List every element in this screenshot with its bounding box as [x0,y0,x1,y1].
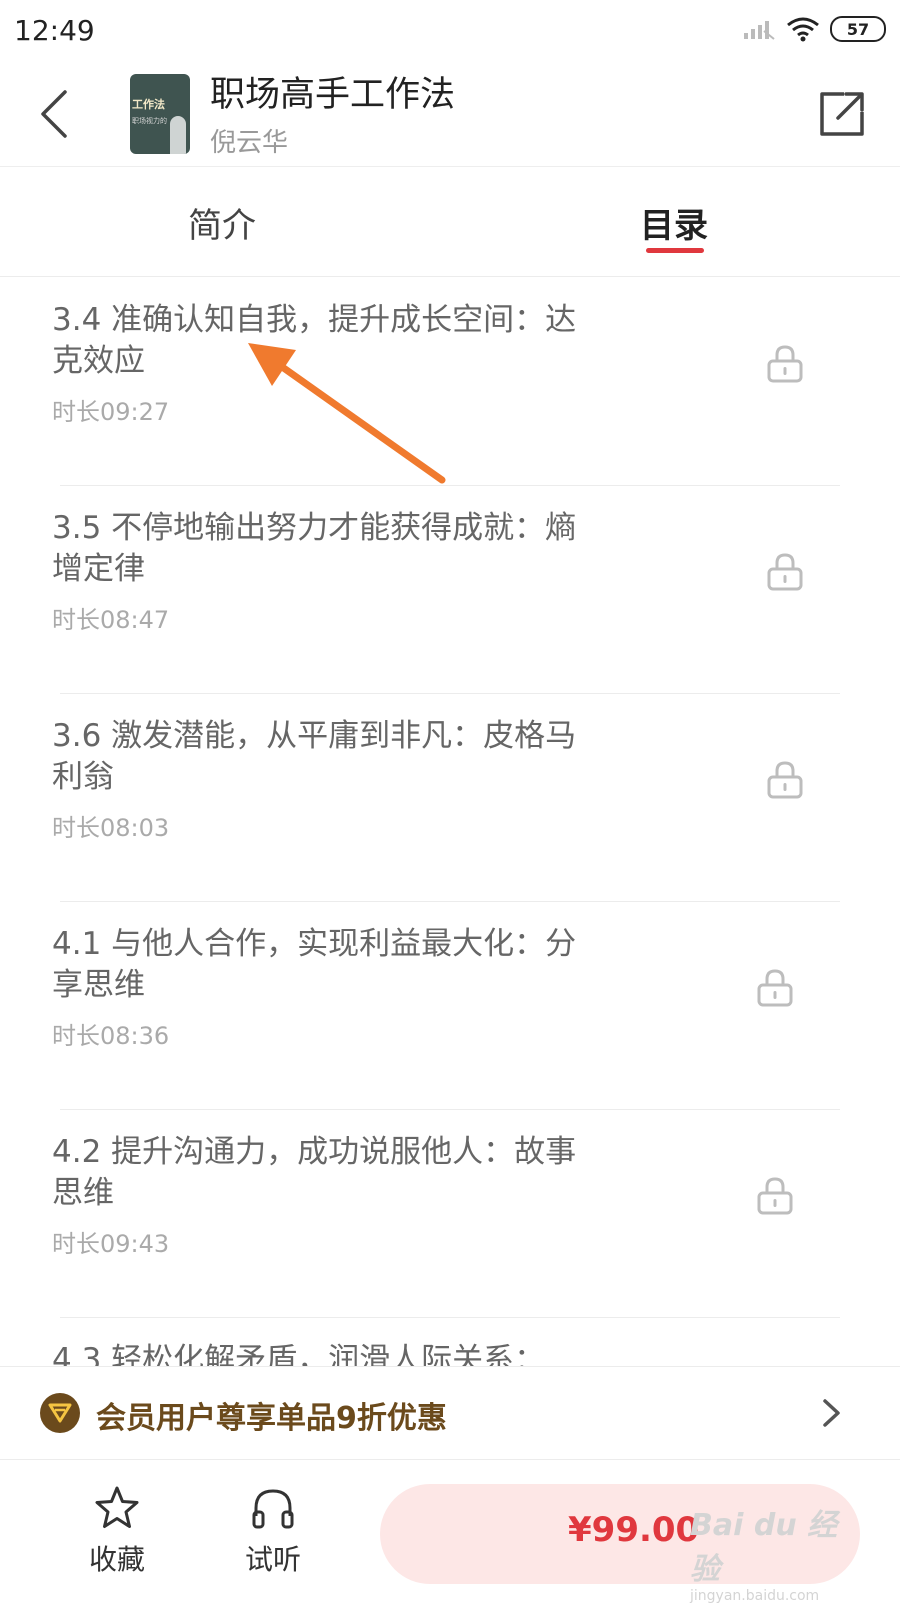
chapter-title: 3.6 激发潜能，从平庸到非凡：皮格马利翁 [52,718,577,795]
cover-title: 工作法 [132,98,165,111]
battery-indicator: 57 [830,16,886,42]
favorite-label: 收藏 [88,1543,145,1576]
chapter-title: 3.5 不停地输出努力才能获得成就：熵增定律 [52,510,577,587]
status-time: 12:49 [14,14,95,47]
list-item[interactable]: 3.4 准确认知自我，提升成长空间：达克效应 时长09:27 [0,278,900,486]
list-item[interactable]: 3.6 激发潜能，从平庸到非凡：皮格马利翁 时长08:03 [0,694,900,902]
chevron-right-icon [823,1399,840,1427]
member-discount-banner[interactable]: 会员用户尊享单品9折优惠 [0,1366,900,1460]
watermark: Bai du 经验 jingyan.baidu.com [690,1500,860,1604]
back-icon [41,90,67,138]
active-tab-indicator [646,248,704,253]
status-icons: 57 [742,16,886,42]
chapter-title: 3.4 准确认知自我，提升成长空间：达克效应 [52,302,577,379]
tab-catalog[interactable]: 目录 [640,198,708,247]
cover-subtitle: 职场视力的 [132,117,167,125]
book-author: 倪云华 [210,128,289,158]
share-icon [820,92,864,136]
chapter-duration: 时长08:03 [52,814,170,842]
star-icon [95,1486,139,1528]
lock-icon [767,553,803,591]
chapter-duration: 时长09:27 [52,398,170,426]
lock-icon [757,1177,793,1215]
chapter-duration: 时长08:47 [52,606,170,634]
member-discount-text: 会员用户尊享单品9折优惠 [96,1401,447,1436]
book-cover: 工作法 职场视力的 [130,74,190,154]
chapter-title: 4.1 与他人合作，实现利益最大化：分享思维 [52,926,577,1003]
share-button[interactable] [814,86,870,142]
cover-figure [170,116,186,154]
listen-label: 试听 [244,1543,301,1576]
tab-intro[interactable]: 简介 [188,198,256,247]
chapter-title: 4.2 提升沟通力，成功说服他人：故事思维 [52,1134,577,1211]
lock-icon [767,761,803,799]
list-item[interactable]: 3.5 不停地输出努力才能获得成就：熵增定律 时长08:47 [0,486,900,694]
wifi-icon [787,17,819,42]
tab-bar: 简介 目录 [0,168,900,277]
lock-icon [767,345,803,383]
chapter-duration: 时长09:43 [52,1230,170,1258]
book-title: 职场高手工作法 [210,75,456,115]
chapter-duration: 时长08:36 [52,1022,170,1050]
lock-icon [757,969,793,1007]
header: 工作法 职场视力的 职场高手工作法 倪云华 [0,62,900,167]
signal-icon [744,21,775,40]
member-badge-icon [40,1393,80,1433]
watermark-sub: jingyan.baidu.com [690,1588,820,1604]
listen-button[interactable]: 试听 [228,1484,318,1578]
list-item[interactable]: 4.3 轻松化解矛盾，润滑人际关系： [0,1318,900,1366]
list-item[interactable]: 4.2 提升沟通力，成功说服他人：故事思维 时长09:43 [0,1110,900,1318]
favorite-button[interactable]: 收藏 [72,1484,162,1578]
back-button[interactable] [34,84,74,144]
list-item[interactable]: 4.1 与他人合作，实现利益最大化：分享思维 时长08:36 [0,902,900,1110]
headphones-icon [252,1489,294,1529]
price: ¥99.00 [568,1510,700,1550]
watermark-main: Bai du 经验 [690,1508,838,1587]
chapter-title: 4.3 轻松化解矛盾，润滑人际关系： [52,1342,546,1366]
status-bar: 12:49 57 [0,0,900,62]
chapter-list: 3.4 准确认知自我，提升成长空间：达克效应 时长09:27 3.5 不停地输出… [0,278,900,1366]
